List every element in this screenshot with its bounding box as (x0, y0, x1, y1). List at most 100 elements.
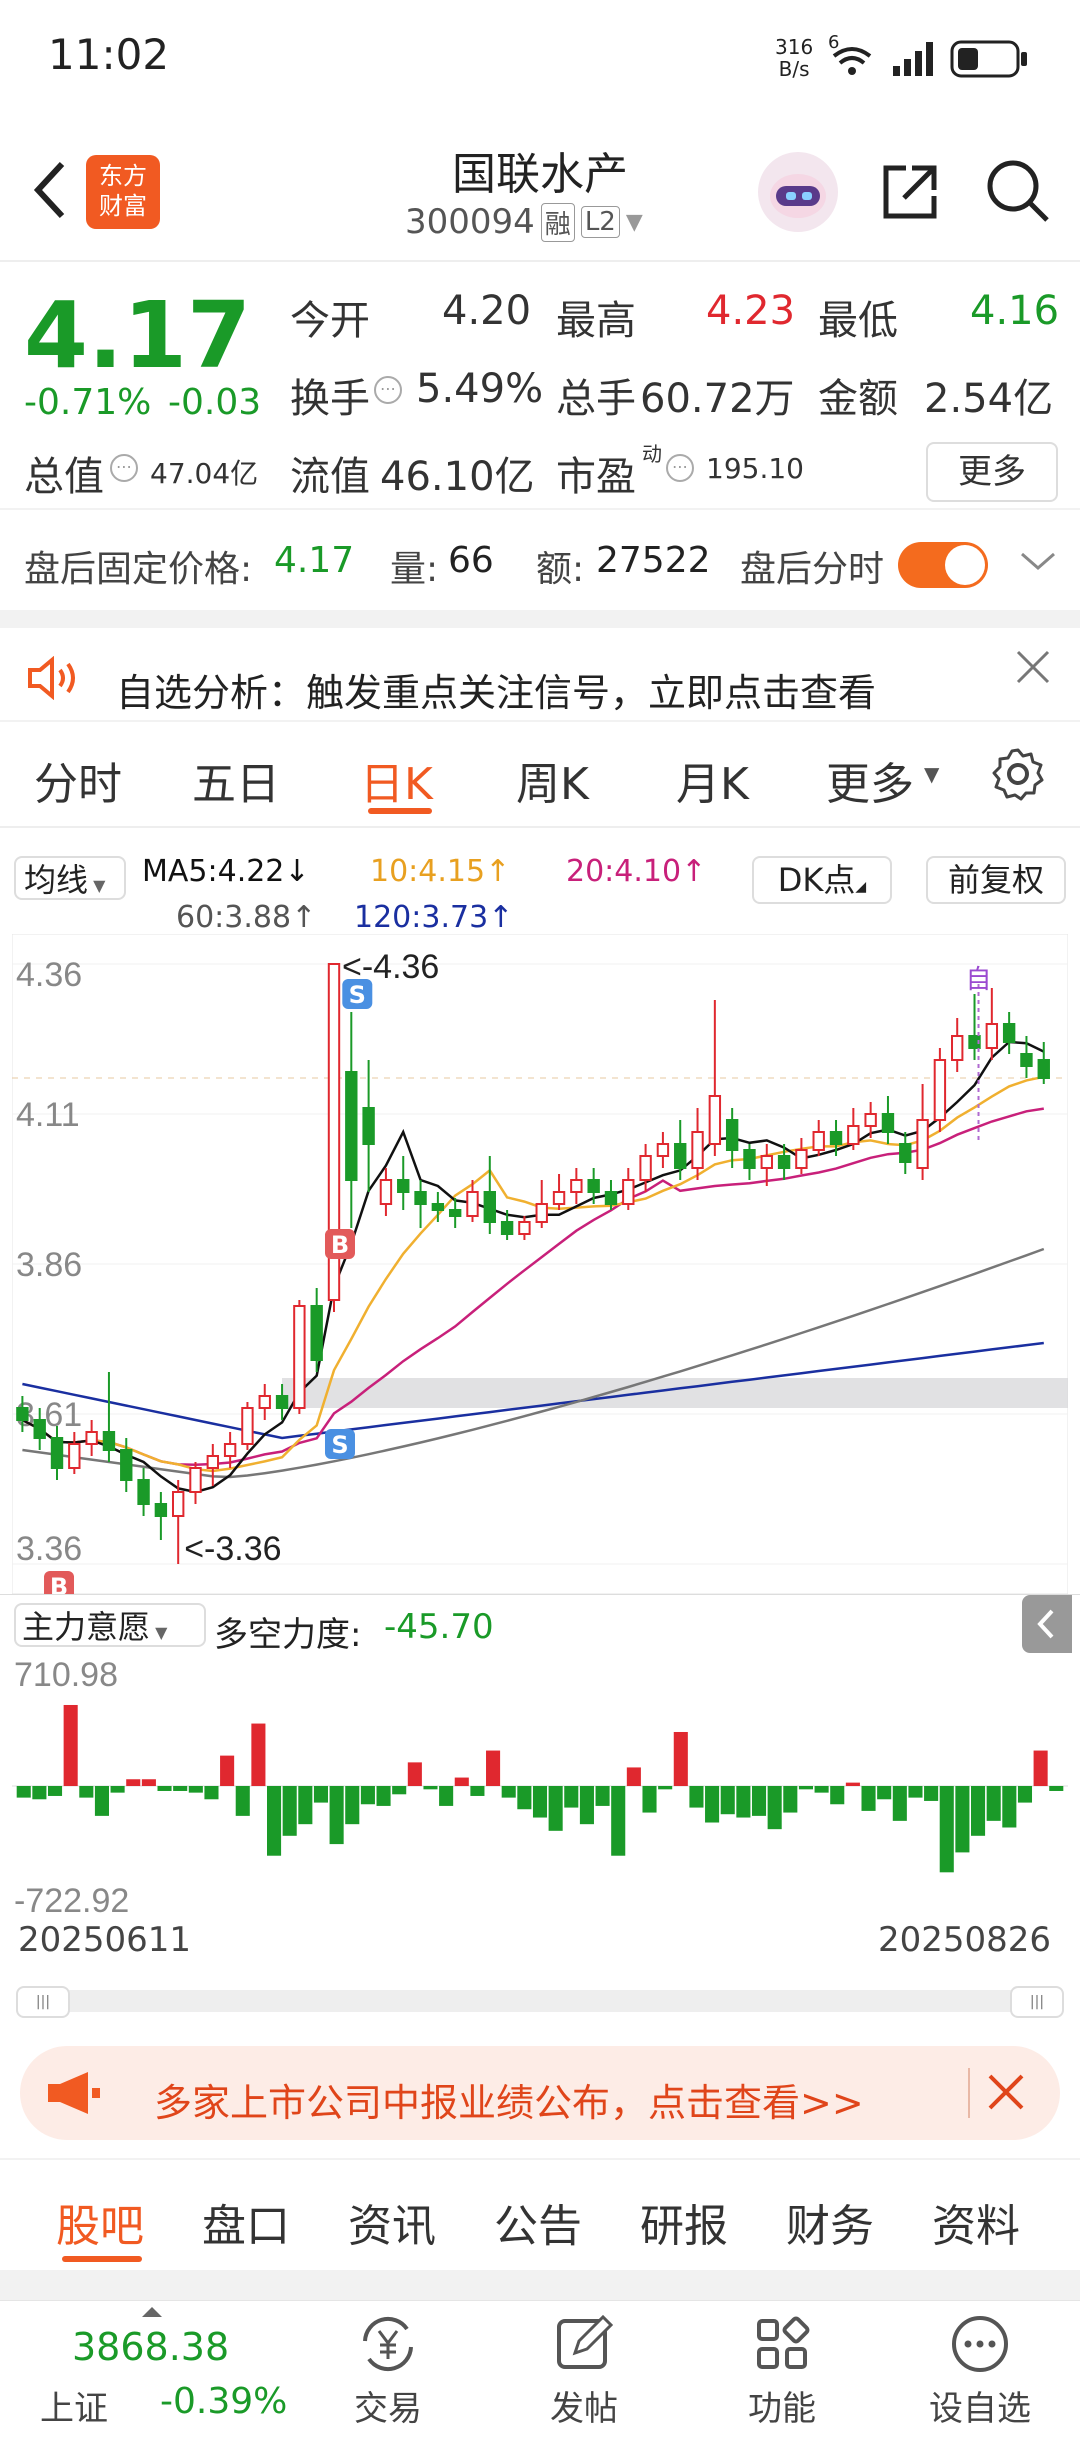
candle-body (483, 1191, 496, 1223)
info-icon[interactable]: ⋯ (666, 454, 694, 482)
nav-functions[interactable]: 功能 (734, 2311, 830, 2430)
sub-indicator-bar (767, 1786, 782, 1830)
tab-announcements[interactable]: 公告 (494, 2190, 582, 2254)
sub-indicator-selector[interactable]: 主力意愿 ▼ (14, 1603, 206, 1647)
tab-daily-k[interactable]: 日K (360, 748, 433, 812)
candle-body (518, 1221, 531, 1235)
sub-indicator-bar (267, 1786, 282, 1856)
buy-signal-icon-letter: B (50, 1573, 68, 1594)
level2-badge: L2 (580, 206, 620, 238)
change-abs: -0.03 (168, 382, 262, 423)
tab-intraday[interactable]: 分时 (34, 748, 122, 812)
share-icon[interactable] (878, 160, 942, 228)
sub-indicator-bar (939, 1786, 954, 1873)
tab-profile[interactable]: 资料 (932, 2190, 1020, 2254)
kline-chart[interactable]: 4.36 4.11 3.86 3.61 3.36 <-4.36 <-3.36 S S B B 自 (11, 933, 1069, 1601)
clock: 11:02 (48, 30, 170, 79)
sub-indicator-bar (1002, 1786, 1017, 1828)
bottom-nav: 3868.38 上证 -0.39% 交易 发帖 功能 设自选 (0, 2300, 1080, 2441)
scroll-handle-right[interactable]: ||| (1010, 1986, 1064, 2018)
sub-indicator-bar (673, 1731, 688, 1786)
candle-body (743, 1149, 756, 1169)
dk-point-button[interactable]: DK点◢ (752, 856, 892, 904)
tab-news[interactable]: 资讯 (348, 2190, 436, 2254)
promo-banner[interactable]: 多家上市公司中报业绩公布，点击查看>> (20, 2046, 1060, 2140)
chart-tabs: 分时 五日 日K 周K 月K 更多 ▼ (0, 722, 1080, 828)
candle-body (397, 1179, 410, 1193)
tab-weekly-k[interactable]: 周K (516, 748, 589, 812)
sub-indicator-bar (188, 1786, 203, 1793)
sub-indicator-bar (705, 1786, 720, 1823)
low-value: 4.16 (970, 288, 1060, 334)
tab-five-day[interactable]: 五日 (192, 748, 280, 812)
tab-orderbook[interactable]: 盘口 (202, 2190, 290, 2254)
sub-indicator-chart[interactable]: 710.98 -722.92 (12, 1656, 1068, 1920)
alert-banner[interactable]: 自选分析：触发重点关注信号，立即点击查看 (0, 628, 1080, 720)
sub-indicator-bar (126, 1779, 141, 1786)
stock-code-row[interactable]: 300094 融 L2 ▼ (405, 202, 643, 242)
nav-trade[interactable]: 交易 (340, 2311, 436, 2430)
sell-signal-icon-letter: S (349, 981, 366, 1009)
ma-selector[interactable]: 均线 ▼ (14, 856, 126, 900)
search-icon[interactable] (985, 158, 1051, 228)
battery-icon (950, 40, 1030, 82)
date-start: 20250611 (18, 1920, 192, 1960)
candle-body (293, 1305, 306, 1409)
nav-post-label: 发帖 (550, 2389, 618, 2429)
close-icon[interactable] (1014, 648, 1052, 690)
more-circle-icon (952, 2316, 1008, 2372)
sub-indicator-bar (251, 1723, 266, 1786)
tab-monthly-k[interactable]: 月K (676, 748, 749, 812)
sub-indicator-bar (16, 1786, 31, 1798)
candle-body (154, 1503, 168, 1517)
index-ticker[interactable]: 3868.38 上证 -0.39% (0, 2301, 300, 2441)
scroll-handle-left[interactable]: ||| (16, 1986, 70, 2018)
chart-scrollbar[interactable]: ||| ||| (16, 1986, 1064, 2018)
tab-financials[interactable]: 财务 (786, 2190, 874, 2254)
candle-body (345, 1071, 358, 1181)
sub-indicator-bar (595, 1786, 610, 1806)
adjust-button[interactable]: 前复权 (926, 856, 1066, 904)
assistant-robot-icon[interactable] (758, 152, 838, 232)
promo-text: 多家上市公司中报业绩公布，点击查看>> (154, 2081, 864, 2125)
collapse-panel-button[interactable] (1022, 1595, 1072, 1653)
sub-indicator-bar (220, 1755, 235, 1786)
candle-body (431, 1203, 445, 1211)
more-quote-button[interactable]: 更多 (926, 442, 1058, 502)
sub-max-label: 710.98 (14, 1656, 118, 1694)
high-value: 4.23 (706, 288, 796, 334)
metric-value: -45.70 (384, 1607, 494, 1647)
after-hours-vol-label: 量: (390, 549, 439, 590)
content-tabs: 股吧 盘口 资讯 公告 研报 财务 资料 (0, 2160, 1080, 2270)
nav-post[interactable]: 发帖 (536, 2311, 632, 2430)
sub-indicator-bar (157, 1786, 172, 1791)
candle-body (223, 1443, 237, 1457)
watch-signal-icon: 自 (966, 965, 992, 995)
nav-add-watchlist-label: 设自选 (929, 2389, 1031, 2429)
candle-body (137, 1479, 150, 1505)
pe-superscript: 动 (642, 442, 662, 466)
tab-forum[interactable]: 股吧 (56, 2190, 144, 2254)
sub-indicator-bar (783, 1786, 798, 1813)
candle-body (639, 1155, 652, 1181)
tab-research[interactable]: 研报 (640, 2190, 728, 2254)
dk-point-label: DK点 (777, 861, 856, 899)
close-icon[interactable] (986, 2072, 1026, 2116)
info-icon[interactable]: ⋯ (110, 454, 138, 482)
candle-body (1002, 1023, 1016, 1043)
candle-body (68, 1443, 81, 1469)
sub-indicator-bar (564, 1786, 579, 1808)
sub-indicator-bar (720, 1786, 735, 1815)
price-axis-label: 3.36 (16, 1530, 82, 1568)
candle-body (466, 1191, 479, 1217)
chevron-down-icon[interactable] (1018, 546, 1058, 580)
nav-add-watchlist[interactable]: 设自选 (918, 2311, 1042, 2430)
sub-indicator-bar (1049, 1786, 1064, 1791)
net-speed: 316 B/s (775, 36, 813, 80)
info-icon[interactable]: ⋯ (374, 376, 402, 404)
after-hours-toggle[interactable] (898, 542, 988, 588)
nav-functions-label: 功能 (748, 2389, 816, 2429)
gear-icon[interactable] (990, 746, 1046, 806)
signal-icon (893, 42, 937, 80)
tab-more[interactable]: 更多 (826, 748, 914, 812)
